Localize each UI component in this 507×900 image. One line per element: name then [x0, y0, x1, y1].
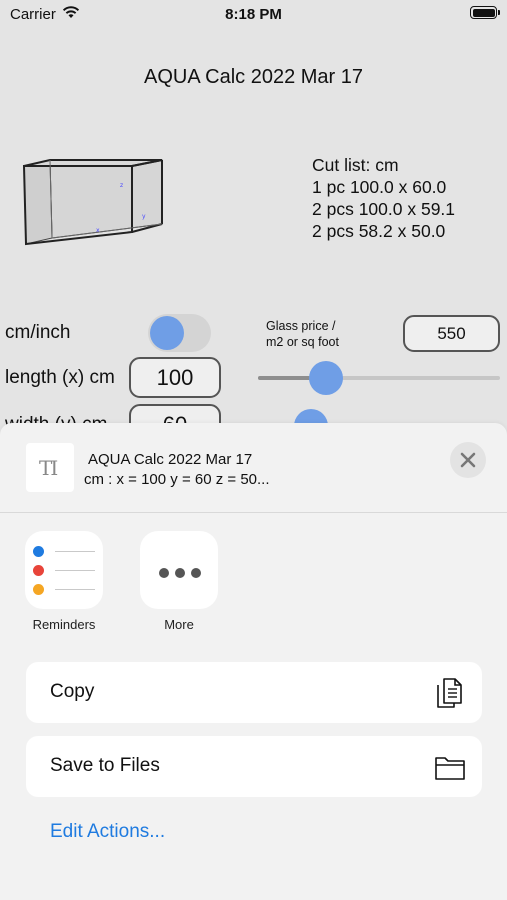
unit-toggle[interactable]: [148, 314, 211, 352]
copy-action[interactable]: Copy: [26, 662, 482, 723]
svg-text:y: y: [142, 213, 146, 220]
cut-list-line: 1 pc 100.0 x 60.0: [312, 177, 447, 197]
divider: [0, 512, 507, 513]
edit-actions-link[interactable]: Edit Actions...: [50, 821, 165, 843]
aquarium-tank-image: x y z: [22, 159, 163, 246]
cut-list: Cut list: cm 1 pc 100.0 x 60.0 2 pcs 100…: [312, 154, 455, 242]
more-label: More: [164, 617, 194, 632]
length-label: length (x) cm: [5, 367, 115, 388]
save-to-files-label: Save to Files: [50, 755, 160, 776]
glass-price-label-line1: Glass price /: [266, 319, 336, 333]
cut-list-line: 2 pcs 100.0 x 59.1: [312, 199, 456, 219]
glass-price-input[interactable]: 550: [403, 315, 500, 352]
reminders-label: Reminders: [32, 617, 96, 632]
unit-toggle-label: cm/inch: [5, 322, 71, 343]
copy-icon: [437, 678, 462, 708]
reminders-app-button[interactable]: [25, 531, 103, 609]
close-icon: [460, 452, 476, 468]
status-time: 8:18 PM: [225, 6, 282, 23]
share-preview-title: AQUA Calc 2022 Mar 17: [88, 451, 253, 468]
svg-text:z: z: [120, 182, 123, 189]
more-apps-button[interactable]: [140, 531, 218, 609]
glass-price-label: Glass price / m2 or sq foot: [266, 318, 339, 350]
length-slider[interactable]: [258, 361, 500, 395]
folder-icon: [435, 757, 465, 780]
status-bar: Carrier 8:18 PM: [0, 0, 507, 30]
battery-icon: [470, 6, 500, 19]
glass-price-label-line2: m2 or sq foot: [266, 335, 339, 349]
save-to-files-action[interactable]: Save to Files: [26, 736, 482, 797]
svg-text:x: x: [96, 227, 100, 234]
length-input[interactable]: 100: [129, 357, 221, 398]
cut-list-line: 2 pcs 58.2 x 50.0: [312, 221, 446, 241]
more-icon: [159, 565, 201, 583]
share-preview-subtitle: cm : x = 100 y = 60 z = 50...: [84, 471, 270, 488]
text-document-icon: TI: [26, 443, 74, 492]
share-sheet: TI AQUA Calc 2022 Mar 17 cm : x = 100 y …: [0, 423, 507, 900]
toggle-knob: [150, 316, 184, 350]
close-button[interactable]: [450, 442, 486, 478]
app-title: AQUA Calc 2022 Mar 17: [144, 66, 363, 88]
cut-list-header: Cut list: cm: [312, 155, 399, 175]
copy-label: Copy: [50, 681, 95, 702]
length-slider-thumb[interactable]: [308, 361, 343, 395]
